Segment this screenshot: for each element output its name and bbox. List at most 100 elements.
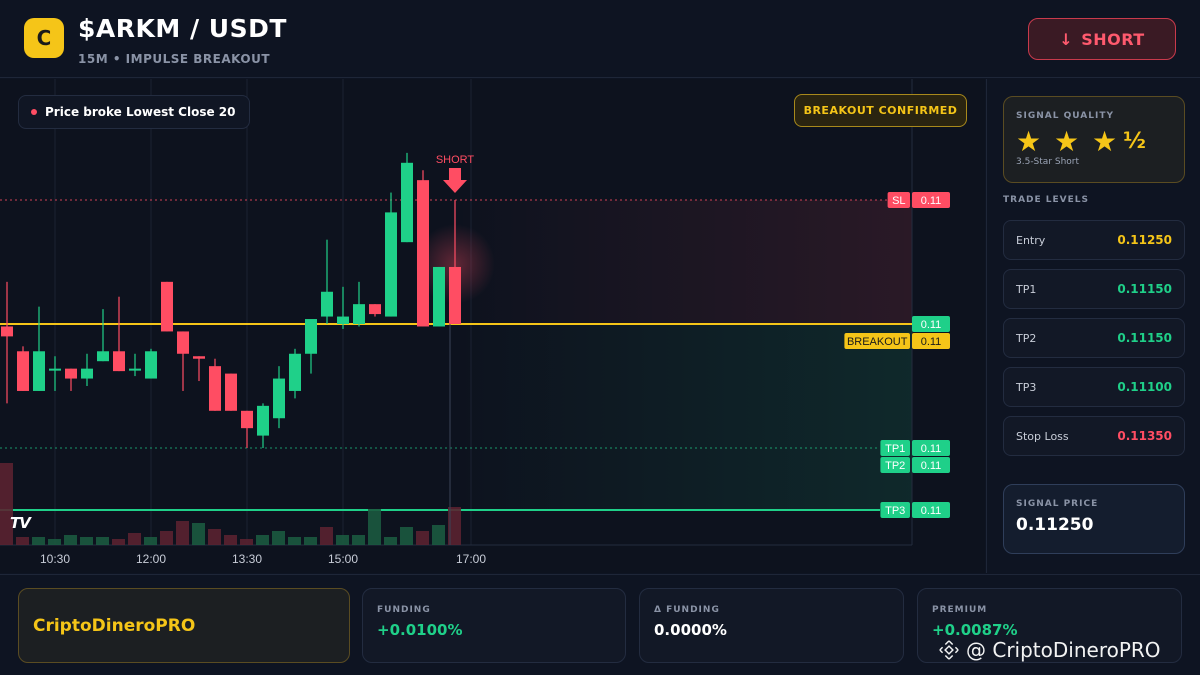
funding-title: FUNDING: [377, 605, 431, 615]
watermark: @ CriptoDineroPRO: [938, 638, 1161, 662]
price-chart[interactable]: SHORT 0.11 SL 0.11 0.11 BREAKOUT 0.11 TP1 0.11 TP…: [0, 79, 985, 573]
candle-body: [385, 212, 397, 317]
bottom-bar: CriptoDineroPRO FUNDING +0.0100% Δ FUNDI…: [0, 574, 1200, 675]
volume-bar: [416, 531, 429, 545]
candle-body: [353, 304, 365, 324]
volume-bar: [208, 529, 221, 545]
signal-price-value: 0.11250: [1016, 515, 1094, 535]
brand-card: CriptoDineroPRO: [18, 588, 350, 663]
volume-bar: [128, 533, 141, 545]
x-axis-tick-label: 17:00: [456, 552, 486, 566]
signal-quality-title: SIGNAL QUALITY: [1016, 111, 1114, 121]
trade-level-value: 0.11100: [1117, 380, 1172, 394]
volume-bar: [336, 535, 349, 545]
candle-body: [97, 351, 109, 362]
volume-bar: [224, 535, 237, 545]
candle-body: [449, 266, 461, 324]
price-tag-name: TP1: [885, 443, 905, 455]
premium-value: +0.0087%: [932, 621, 1018, 639]
volume-bar: [304, 537, 317, 545]
header: C $ARKM / USDT 15M • IMPULSE BREAKOUT ↓ …: [0, 0, 1200, 78]
volume-bar: [96, 537, 109, 545]
candle-body: [193, 356, 205, 359]
trade-level-value: 0.11250: [1117, 233, 1172, 247]
alert-text: Price broke Lowest Close 20: [45, 105, 236, 119]
price-tag-value: 0.11: [921, 460, 942, 472]
trade-level-entry: Entry 0.11250: [1003, 220, 1185, 260]
price-tag-value: 0.11: [921, 443, 942, 455]
candle-body: [81, 368, 93, 379]
tradingview-logo[interactable]: TV: [10, 514, 31, 532]
trade-level-stop-loss: Stop Loss 0.11350: [1003, 416, 1185, 456]
volume-bar: [320, 527, 333, 545]
volume-bar: [400, 527, 413, 545]
signal-quality-subtitle: 3.5-Star Short: [1016, 157, 1080, 167]
volume-bar: [432, 525, 445, 545]
arrow-down-icon: ↓: [1059, 29, 1074, 49]
volume-bar: [256, 535, 269, 545]
trade-level-value: 0.11350: [1117, 429, 1172, 443]
price-tag-value: 0.11: [921, 319, 942, 331]
volume-bar: [80, 537, 93, 545]
watermark-text: @ CriptoDineroPRO: [966, 638, 1161, 662]
delta-funding-card: Δ FUNDING 0.0000%: [639, 588, 904, 663]
candle-body: [225, 373, 237, 411]
trade-level-label: Entry: [1016, 233, 1046, 247]
delta-funding-title: Δ FUNDING: [654, 605, 720, 615]
volume-bar: [240, 539, 253, 545]
candle-body: [273, 378, 285, 419]
stop-loss-zone: [455, 200, 912, 324]
candle-body: [177, 331, 189, 354]
candle-body: [401, 162, 413, 243]
trade-level-tp3: TP3 0.11100: [1003, 367, 1185, 407]
candle-body: [17, 351, 29, 391]
volume-bar: [64, 535, 77, 545]
funding-value: +0.0100%: [377, 621, 463, 639]
x-axis-tick-label: 15:00: [328, 552, 358, 566]
short-arrow-icon: [443, 168, 467, 193]
volume-bar: [272, 531, 285, 545]
candle-body: [257, 405, 269, 436]
candle-body: [289, 353, 301, 391]
short-button[interactable]: ↓ SHORT: [1028, 18, 1176, 60]
brand-logo: C: [24, 18, 64, 58]
price-tag-name: TP3: [885, 505, 905, 517]
signal-price-title: SIGNAL PRICE: [1016, 499, 1099, 509]
volume-bar: [288, 537, 301, 545]
candle-body: [65, 368, 77, 379]
candle-body: [1, 326, 13, 337]
candle-body: [321, 291, 333, 317]
candle-body: [33, 351, 45, 391]
candle-body: [113, 351, 125, 372]
candle-body: [145, 351, 157, 379]
signal-price-card: SIGNAL PRICE 0.11250: [1003, 484, 1185, 554]
volume-bar: [384, 537, 397, 545]
volume-bar: [32, 537, 45, 545]
binance-icon: [939, 640, 959, 660]
candle-body: [433, 266, 445, 327]
volume-bar: [368, 509, 381, 545]
candlestick-chart-svg[interactable]: SHORT 0.11 SL 0.11 0.11 BREAKOUT 0.11 TP1 0.11 TP…: [0, 79, 985, 573]
price-tag-name: SL: [892, 195, 905, 207]
trade-level-tp1: TP1 0.11150: [1003, 269, 1185, 309]
funding-card: FUNDING +0.0100%: [362, 588, 626, 663]
candle-body: [209, 366, 221, 411]
price-tag-name: TP2: [885, 460, 905, 472]
volume-bar: [176, 521, 189, 545]
pair-title: $ARKM / USDT: [78, 14, 287, 43]
alert-dot-icon: [31, 109, 37, 115]
candle-body: [417, 180, 429, 327]
candle-body: [337, 316, 349, 324]
x-axis-tick-label: 12:00: [136, 552, 166, 566]
trade-levels-title: TRADE LEVELS: [1003, 195, 1089, 205]
candle-body: [129, 368, 141, 371]
short-marker-label: SHORT: [436, 154, 475, 166]
half-star-icon: ½: [1123, 128, 1148, 154]
candle-body: [49, 368, 61, 371]
x-axis-tick-label: 10:30: [40, 552, 70, 566]
short-button-label: SHORT: [1081, 29, 1145, 49]
star-icon: ★ ★ ★: [1016, 124, 1120, 158]
volume-bar: [144, 537, 157, 545]
trade-level-label: TP1: [1016, 282, 1037, 296]
delta-funding-value: 0.0000%: [654, 621, 727, 639]
